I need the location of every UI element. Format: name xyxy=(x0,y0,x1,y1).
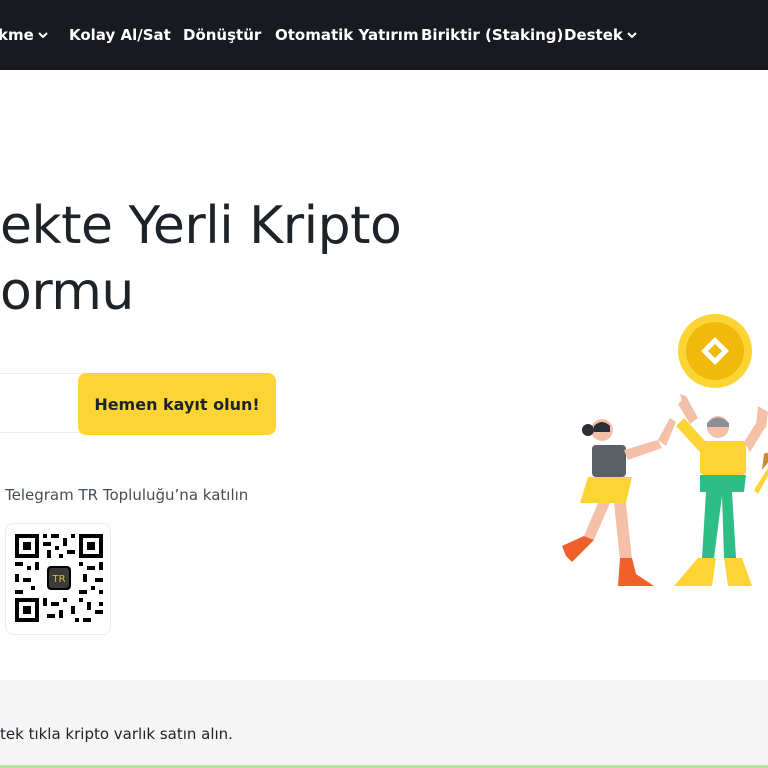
chevron-down-icon xyxy=(38,32,50,39)
bottom-section xyxy=(0,680,768,768)
hero-illustration xyxy=(562,314,768,586)
nav-item-trade[interactable]: kme xyxy=(0,0,50,70)
nav-item-label: Dönüştür xyxy=(183,26,262,44)
top-nav: kme Kolay Al/Sat Dönüştür Otomatik Yatır… xyxy=(0,0,768,70)
coin-icon xyxy=(678,314,752,388)
nav-item-label: Kolay Al/Sat xyxy=(69,26,171,44)
signup-button[interactable]: Hemen kayıt olun! xyxy=(78,373,276,435)
hero-title-line-2: ormu xyxy=(0,262,134,322)
chevron-down-icon xyxy=(627,32,639,39)
qr-badge-label: TR xyxy=(51,574,65,585)
person-left xyxy=(562,418,676,586)
hero-title-line-1: ekte Yerli Kripto xyxy=(0,196,402,256)
nav-item-label: Biriktir (Staking) xyxy=(421,26,564,44)
nav-item-support[interactable]: Destek xyxy=(564,0,639,70)
nav-item-staking[interactable]: Biriktir (Staking) xyxy=(421,0,563,70)
nav-item-label: Otomatik Yatırım xyxy=(275,26,419,44)
telegram-community-link[interactable]: Telegram TR Topluluğu’na katılın xyxy=(5,486,248,504)
bottom-text: tek tıkla kripto varlık satın alın. xyxy=(0,725,233,743)
nav-item-auto-invest[interactable]: Otomatik Yatırım xyxy=(275,0,419,70)
nav-item-label: kme xyxy=(0,26,34,44)
person-right xyxy=(674,394,768,586)
qr-code-icon: TR xyxy=(15,534,103,622)
nav-item-label: Destek xyxy=(564,26,623,44)
nav-item-convert[interactable]: Dönüştür xyxy=(183,0,261,70)
qr-code-card: TR xyxy=(5,523,111,635)
nav-item-easy-buy-sell[interactable]: Kolay Al/Sat xyxy=(69,0,171,70)
